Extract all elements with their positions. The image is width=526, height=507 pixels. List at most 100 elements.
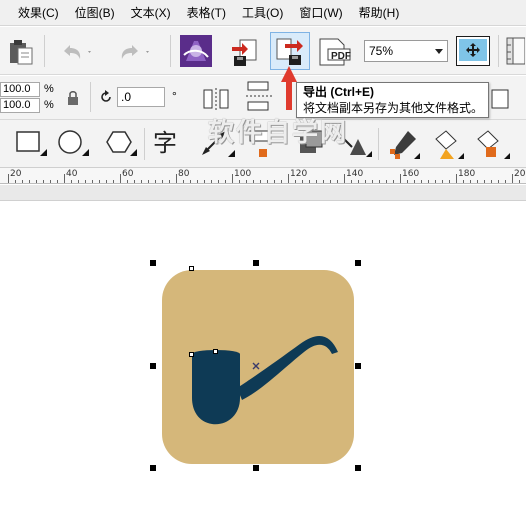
node-handle[interactable]	[189, 266, 194, 271]
rectangle-tool-icon[interactable]	[14, 129, 50, 159]
horizontal-ruler[interactable]: 20 40 60 80 100 120 140 160 180 200	[0, 168, 526, 184]
selection-handle-top-center[interactable]	[253, 260, 259, 266]
ruler-minor-tick	[99, 180, 100, 183]
interactive-fill-tool-icon[interactable]	[472, 127, 512, 161]
ruler-label: 120	[290, 169, 308, 179]
ruler-minor-tick	[274, 180, 275, 183]
import-icon[interactable]	[228, 36, 264, 68]
ruler-minor-tick	[127, 180, 128, 183]
toolbar-separator	[170, 35, 171, 67]
menu-text[interactable]: 文本(X)	[123, 0, 179, 26]
arrange-icon[interactable]	[490, 88, 516, 112]
ruler-minor-tick	[197, 180, 198, 183]
ruler-minor-tick	[414, 180, 415, 183]
ruler-minor-tick	[519, 180, 520, 183]
scale-x-input[interactable]: 100.0	[0, 82, 40, 97]
paste-icon[interactable]	[6, 38, 36, 66]
ruler-minor-tick	[379, 180, 380, 183]
ruler-label: 80	[178, 169, 190, 179]
ruler-minor-tick	[477, 180, 478, 183]
ruler-minor-tick	[260, 180, 261, 183]
ruler-label: 180	[458, 169, 476, 179]
ruler-minor-tick	[295, 180, 296, 183]
ruler-minor-tick	[484, 180, 485, 183]
ruler-minor-tick	[246, 180, 247, 183]
selection-handle-bottom-left[interactable]	[150, 465, 156, 471]
selection-handle-top-right[interactable]	[355, 260, 361, 266]
ruler-minor-tick	[498, 180, 499, 183]
toolbar-separator	[90, 82, 91, 112]
menu-tools[interactable]: 工具(O)	[234, 0, 291, 26]
zoom-level-select[interactable]: 75%	[364, 40, 448, 62]
ruler-label: 60	[122, 169, 134, 179]
ruler-minor-tick	[456, 180, 457, 183]
menu-window[interactable]: 窗口(W)	[291, 0, 350, 26]
ruler-minor-tick	[323, 180, 324, 183]
toolbar-separator	[378, 128, 379, 160]
ruler-minor-tick	[407, 180, 408, 183]
ruler-minor-tick	[148, 180, 149, 183]
ruler-minor-tick	[351, 180, 352, 183]
ruler-minor-tick	[211, 180, 212, 183]
menu-table[interactable]: 表格(T)	[179, 0, 234, 26]
toolbar-separator	[44, 35, 45, 67]
selection-handle-middle-left[interactable]	[150, 363, 156, 369]
ruler-minor-tick	[57, 180, 58, 183]
menu-bitmaps[interactable]: 位图(B)	[67, 0, 123, 26]
scale-y-input[interactable]: 100.0	[0, 98, 40, 113]
rulers-icon[interactable]	[505, 36, 525, 66]
rotate-icon	[99, 90, 113, 104]
ruler-minor-tick	[253, 180, 254, 183]
selection-handle-top-left[interactable]	[150, 260, 156, 266]
mirror-horizontal-icon[interactable]	[202, 86, 232, 112]
redo-icon[interactable]	[116, 42, 152, 62]
text-tool-button[interactable]: 字	[152, 129, 188, 159]
ruler-minor-tick	[64, 180, 65, 183]
selection-handle-middle-right[interactable]	[355, 363, 361, 369]
ellipse-tool-icon[interactable]	[56, 129, 92, 159]
ruler-minor-tick	[344, 180, 345, 183]
selection-handle-bottom-center[interactable]	[253, 465, 259, 471]
polygon-tool-icon[interactable]	[100, 129, 140, 159]
export-button[interactable]	[270, 32, 310, 70]
lock-ratio-icon[interactable]	[66, 90, 80, 106]
ruler-minor-tick	[428, 180, 429, 183]
ruler-minor-tick	[120, 180, 121, 183]
tooltip-title: 导出 (Ctrl+E)	[303, 85, 375, 99]
ruler-minor-tick	[218, 180, 219, 183]
text-tool-glyph: 字	[153, 129, 177, 157]
ruler-minor-tick	[190, 180, 191, 183]
ruler-gutter	[0, 185, 526, 201]
node-handle[interactable]	[189, 352, 194, 357]
ruler-minor-tick	[386, 180, 387, 183]
selection-handle-bottom-right[interactable]	[355, 465, 361, 471]
menu-help[interactable]: 帮助(H)	[351, 0, 408, 26]
ruler-minor-tick	[36, 180, 37, 183]
menu-bar: 效果(C) 位图(B) 文本(X) 表格(T) 工具(O) 窗口(W) 帮助(H…	[0, 0, 526, 26]
node-handle[interactable]	[213, 349, 218, 354]
undo-icon[interactable]	[58, 42, 94, 62]
ruler-minor-tick	[225, 180, 226, 183]
ruler-minor-tick	[22, 180, 23, 183]
full-screen-preview-button[interactable]	[456, 36, 490, 66]
toolbar-separator	[498, 35, 499, 67]
drawing-canvas[interactable]	[0, 202, 526, 507]
menu-effects[interactable]: 效果(C)	[0, 0, 67, 26]
ruler-minor-tick	[372, 180, 373, 183]
rotation-angle-input[interactable]: .0	[117, 87, 165, 107]
ruler-minor-tick	[330, 180, 331, 183]
ruler-label: 20	[10, 169, 22, 179]
fill-tool-icon[interactable]	[430, 127, 466, 161]
mirror-vertical-icon[interactable]	[244, 80, 274, 114]
rounded-square-tile[interactable]	[162, 270, 354, 464]
ruler-minor-tick	[162, 180, 163, 183]
ruler-minor-tick	[302, 180, 303, 183]
eyedropper-tool-icon[interactable]	[386, 127, 422, 161]
corel-launcher-icon[interactable]	[180, 35, 212, 67]
ruler-minor-tick	[92, 180, 93, 183]
ruler-minor-tick	[169, 180, 170, 183]
ruler-minor-tick	[365, 180, 366, 183]
scale-y-unit: %	[44, 99, 54, 111]
ruler-minor-tick	[29, 180, 30, 183]
ruler-minor-tick	[15, 180, 16, 183]
